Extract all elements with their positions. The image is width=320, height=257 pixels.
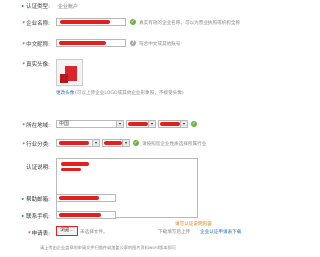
redacted-nickname	[59, 41, 106, 45]
redacted-helper	[59, 196, 99, 200]
check-icon: ✓	[133, 140, 139, 146]
footnote: 请上传由企业盖章的申请文件扫描件或加盖公章的图片资料word版本即可	[40, 245, 176, 250]
download-link[interactable]: 企业认证申请表下载	[200, 229, 241, 235]
company-name-label: *企业名称:	[22, 21, 50, 27]
helper-label: • 帮助邮箱:	[20, 197, 50, 203]
industry-hint: 请按照您企业性质选择所属行业	[142, 142, 207, 147]
cert-type-value: 企业账户	[58, 4, 79, 10]
location-label: *所在地域:	[22, 123, 50, 129]
nickname-label: *中文昵称:	[22, 42, 50, 48]
change-avatar-link[interactable]: 更改头像	[56, 90, 74, 96]
description-footer: 请写认证说明内容	[175, 222, 212, 227]
apply-note: 下载填写后上传	[158, 230, 191, 235]
redacted-city	[160, 122, 180, 126]
chevron-down-icon: ▾	[148, 121, 155, 127]
chevron-down-icon: ▾	[92, 140, 99, 146]
avatar-label: *真实头像:	[22, 62, 50, 68]
industry-label: *行业分类:	[22, 142, 50, 148]
info-icon: ?	[130, 40, 136, 46]
description-textarea[interactable]	[56, 158, 198, 218]
industry-select-2[interactable]: ▾	[102, 139, 130, 147]
avatar-hint: (可以上传企业LOGO或其他企业形象照，不接受头像)	[75, 91, 184, 96]
check-icon: ✓	[191, 121, 197, 127]
chevron-down-icon: ▾	[180, 121, 187, 127]
cert-type-label: • 认证类型:	[20, 4, 50, 10]
province-select[interactable]: ▾	[126, 120, 156, 128]
redacted-company-name	[60, 20, 110, 24]
avatar-image[interactable]	[56, 59, 83, 86]
redacted-phone	[59, 213, 101, 217]
redacted-province	[128, 122, 148, 126]
nickname-hint: 符合中文或其他账号	[139, 42, 181, 47]
redacted-industry-1	[59, 141, 89, 145]
description-label: 认证说明:	[26, 165, 50, 171]
country-select[interactable]: 中国 ▾	[56, 120, 124, 128]
browse-button[interactable]: 浏览...	[56, 226, 78, 236]
file-placeholder: 未选择文件。	[80, 230, 108, 235]
industry-select-1[interactable]: ▾	[56, 139, 100, 147]
company-name-hint: 真实有效的企业名称，可以为营业执照或机构全称	[139, 21, 241, 26]
phone-label: • 联系手机:	[20, 214, 50, 220]
redacted-industry-2	[104, 141, 122, 145]
redacted-description-1	[61, 162, 89, 166]
city-select[interactable]: ▾	[158, 120, 188, 128]
chevron-down-icon: ▾	[122, 140, 129, 146]
chevron-down-icon: ▾	[116, 121, 123, 127]
check-icon: ✓	[130, 19, 136, 25]
redacted-description-2	[61, 168, 81, 171]
apply-form-label: *申请表:	[27, 231, 50, 237]
